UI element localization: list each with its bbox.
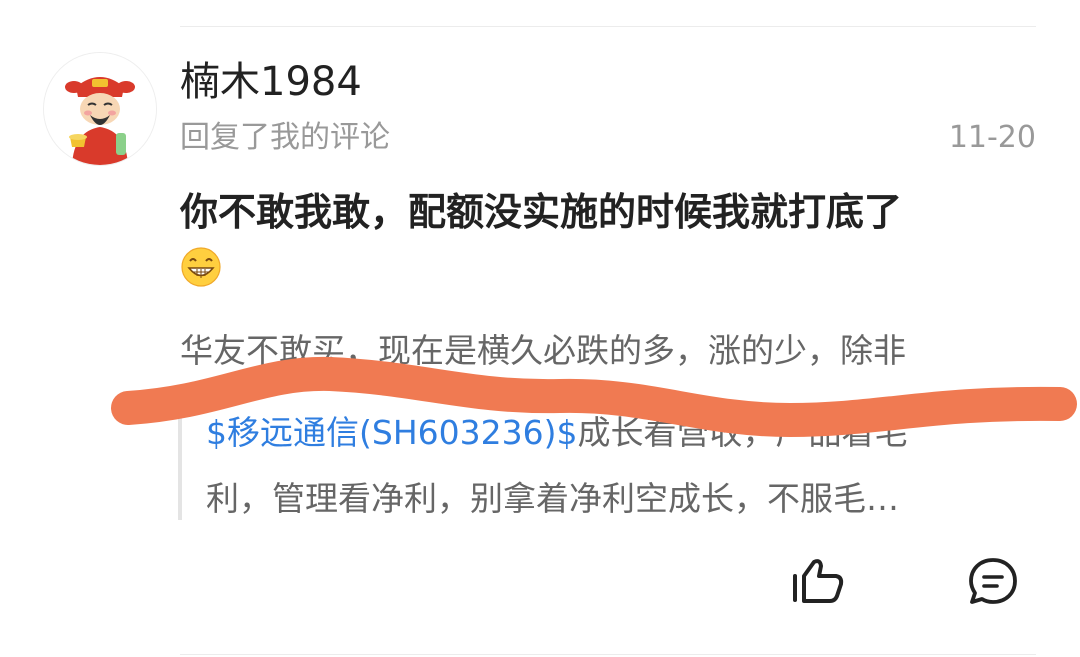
quote-bar <box>178 404 182 520</box>
bottom-divider <box>180 654 1036 655</box>
quoted-text-rest: 成长看营收，产品看毛 <box>577 413 908 452</box>
reply-preview-text[interactable]: 华友不敢买，现在是横久必跌的多，涨的少，除非 <box>180 328 906 374</box>
username[interactable]: 楠木1984 <box>180 56 362 108</box>
stock-link[interactable]: $移远通信(SH603236)$ <box>206 413 577 452</box>
quoted-text-line1[interactable]: $移远通信(SH603236)$成长看营收，产品看毛 <box>206 410 907 456</box>
god-of-wealth-avatar-icon <box>44 53 156 165</box>
comment-bubble-icon[interactable] <box>967 556 1019 606</box>
grinning-face-icon <box>181 247 221 287</box>
quoted-text-line2[interactable]: 利，管理看净利，别拿着净利空成长，不服毛… <box>206 476 899 522</box>
timestamp: 11-20 <box>948 120 1036 155</box>
avatar[interactable] <box>43 52 157 166</box>
comment-text: 你不敢我敢，配额没实施的时候我就打底了 <box>180 190 903 234</box>
thumbs-up-icon[interactable] <box>790 556 846 606</box>
top-divider <box>180 26 1036 27</box>
comment-notification-card: 楠木1984 回复了我的评论 11-20 你不敢我敢，配额没实施的时候我就打底了… <box>0 0 1080 657</box>
action-text: 回复了我的评论 <box>180 120 390 155</box>
